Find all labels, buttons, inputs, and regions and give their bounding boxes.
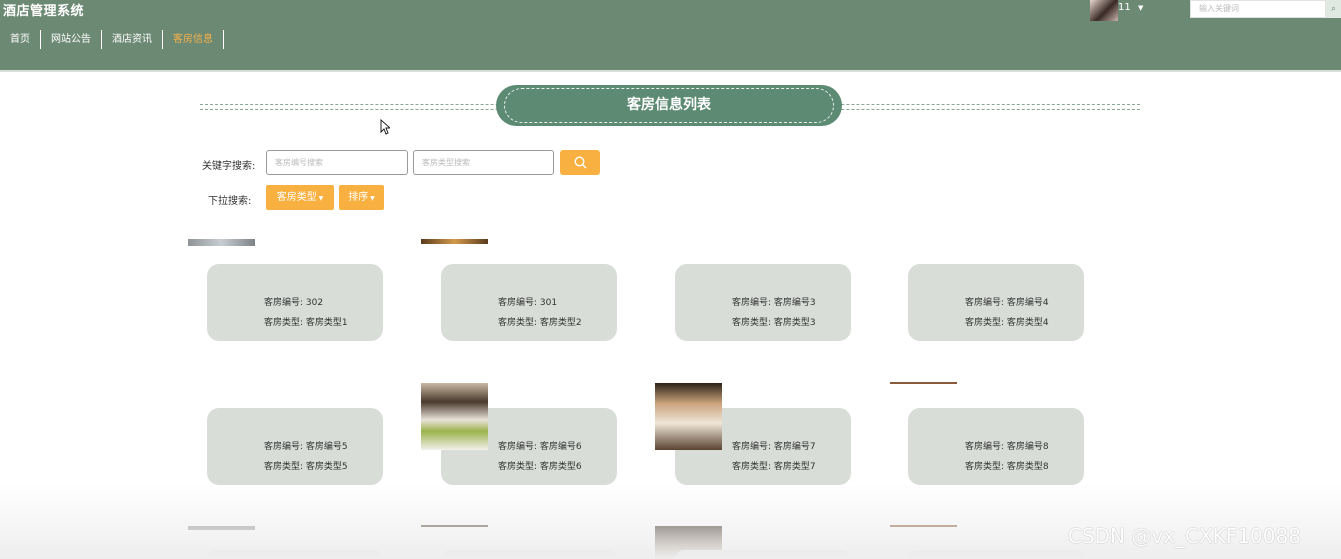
sort-dropdown[interactable]: 排序 ▼ <box>339 185 384 210</box>
nav-item-hotel-news[interactable]: 酒店资讯 <box>102 30 163 49</box>
room-card[interactable]: 客房编号: 302 客房类型: 客房类型1 <box>207 264 383 341</box>
room-type: 客房类型: 客房类型7 <box>732 462 816 472</box>
room-type: 客房类型: 客房类型1 <box>264 318 348 328</box>
room-type: 客房类型: 客房类型8 <box>965 462 1049 472</box>
room-photo[interactable] <box>421 383 488 450</box>
room-photo[interactable] <box>655 383 722 450</box>
room-card[interactable]: 客房编号: 客房编号4 客房类型: 客房类型4 <box>908 264 1084 341</box>
main-nav: 首页 网站公告 酒店资讯 客房信息 <box>0 30 224 49</box>
room-card[interactable]: 客房编号: 客房编号5 客房类型: 客房类型5 <box>207 408 383 485</box>
room-card[interactable]: 客房编号: 客房编号8 客房类型: 客房类型8 <box>908 408 1084 485</box>
top-header: 酒店管理系统 首页 网站公告 酒店资讯 客房信息 11 ▼ 输入关键词 ⌕ <box>0 0 1341 72</box>
mouse-cursor-icon <box>380 119 390 135</box>
username[interactable]: 11 <box>1118 2 1131 13</box>
room-number: 客房编号: 301 <box>498 298 558 308</box>
room-number: 客房编号: 客房编号6 <box>498 442 582 452</box>
search-icon <box>573 156 586 169</box>
search-icon[interactable]: ⌕ <box>1326 0 1341 18</box>
room-thumbnail[interactable] <box>421 239 488 244</box>
search-button[interactable] <box>560 150 600 175</box>
chevron-down-icon: ▼ <box>316 195 324 202</box>
keyword-search-label: 关键字搜索: <box>202 161 256 172</box>
room-number: 客房编号: 302 <box>264 298 324 308</box>
section-title: 客房信息列表 <box>504 88 834 123</box>
room-number-search-input[interactable]: 客房编号搜索 <box>266 150 408 175</box>
nav-item-home[interactable]: 首页 <box>0 30 41 49</box>
room-type: 客房类型: 客房类型5 <box>264 462 348 472</box>
room-type-dropdown-label: 客房类型 <box>276 192 317 203</box>
room-number: 客房编号: 客房编号7 <box>732 442 816 452</box>
watermark: CSDN @vx_CXKF10088 <box>1068 524 1301 548</box>
room-number: 客房编号: 客房编号8 <box>965 442 1049 452</box>
room-type: 客房类型: 客房类型4 <box>965 318 1049 328</box>
room-card[interactable]: 客房编号: 301 客房类型: 客房类型2 <box>441 264 617 341</box>
room-type-search-input[interactable]: 客房类型搜索 <box>413 150 554 175</box>
room-number: 客房编号: 客房编号4 <box>965 298 1049 308</box>
room-type-dropdown[interactable]: 客房类型 ▼ <box>266 185 334 210</box>
chevron-down-icon: ▼ <box>368 195 375 202</box>
dropdown-search-label: 下拉搜索: <box>208 196 252 207</box>
sort-dropdown-label: 排序 <box>348 192 369 203</box>
room-thumbnail[interactable] <box>890 382 957 384</box>
header-search-input[interactable]: 输入关键词 <box>1190 0 1326 18</box>
room-type: 客房类型: 客房类型2 <box>498 318 582 328</box>
room-type: 客房类型: 客房类型6 <box>498 462 582 472</box>
nav-item-room-info[interactable]: 客房信息 <box>163 30 224 49</box>
section-title-pill: 客房信息列表 <box>496 85 842 126</box>
app-title: 酒店管理系统 <box>3 4 85 19</box>
room-number: 客房编号: 客房编号5 <box>264 442 348 452</box>
chevron-down-icon[interactable]: ▼ <box>1138 4 1143 12</box>
room-card[interactable]: 客房编号: 客房编号3 客房类型: 客房类型3 <box>675 264 851 341</box>
room-thumbnail[interactable] <box>188 239 255 246</box>
room-type: 客房类型: 客房类型3 <box>732 318 816 328</box>
room-number: 客房编号: 客房编号3 <box>732 298 816 308</box>
nav-item-announcements[interactable]: 网站公告 <box>41 30 102 49</box>
avatar[interactable] <box>1090 0 1118 21</box>
